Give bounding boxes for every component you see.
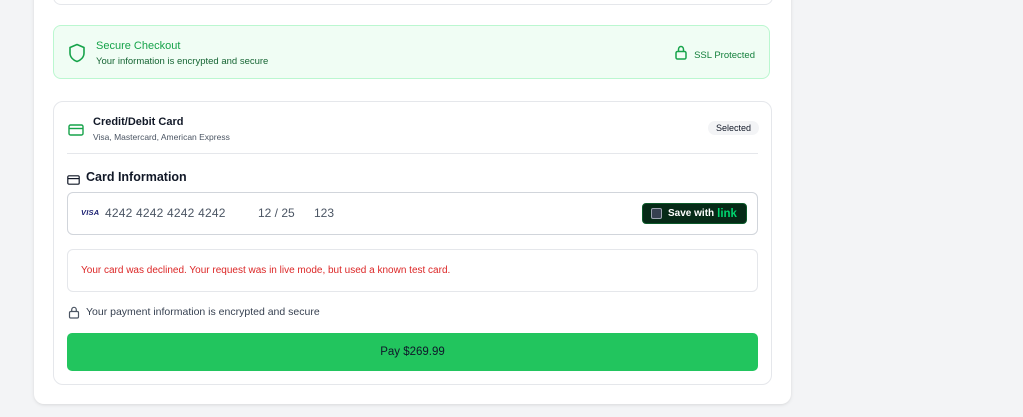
lock-icon [68,306,80,324]
card-cvc-input[interactable]: 123 [314,206,334,220]
selected-badge: Selected [707,121,759,135]
credit-card-icon [68,123,84,141]
pay-button[interactable]: Pay $269.99 [67,333,758,371]
payment-method-card[interactable]: Credit/Debit Card Visa, Mastercard, Amer… [53,101,772,385]
card-info-icon [67,172,80,190]
previous-section [53,0,773,5]
lock-icon [674,45,688,65]
card-expiry-input[interactable]: 12 / 25 [258,206,295,220]
card-number-input[interactable]: 4242 4242 4242 4242 [105,206,226,220]
ssl-label: SSL Protected [694,49,755,61]
payment-method-title: Credit/Debit Card [93,116,184,128]
card-information-heading: Card Information [86,170,187,184]
encryption-note: Your payment information is encrypted an… [86,306,320,318]
secure-checkout-title: Secure Checkout [96,40,181,52]
secure-checkout-subtitle: Your information is encrypted and secure [96,56,269,67]
link-brand-logo: link [717,207,737,220]
save-with-label: Save with [668,208,715,219]
checkout-card: Secure Checkout Your information is encr… [34,0,791,404]
save-with-link-toggle[interactable]: Save with link [642,203,747,224]
card-input-field[interactable]: VISA 4242 4242 4242 4242 12 / 25 123 Sav… [67,192,758,235]
checkout-page: Secure Checkout Your information is encr… [0,0,1023,417]
ssl-indicator: SSL Protected [674,45,755,65]
card-error-message: Your card was declined. Your request was… [81,265,451,276]
secure-checkout-banner: Secure Checkout Your information is encr… [53,25,770,79]
shield-icon [68,43,86,63]
divider [67,153,758,154]
visa-brand-icon: VISA [81,208,100,217]
payment-method-subtitle: Visa, Mastercard, American Express [93,132,230,142]
card-error-alert: Your card was declined. Your request was… [67,249,758,292]
save-with-link-checkbox[interactable] [651,208,662,219]
